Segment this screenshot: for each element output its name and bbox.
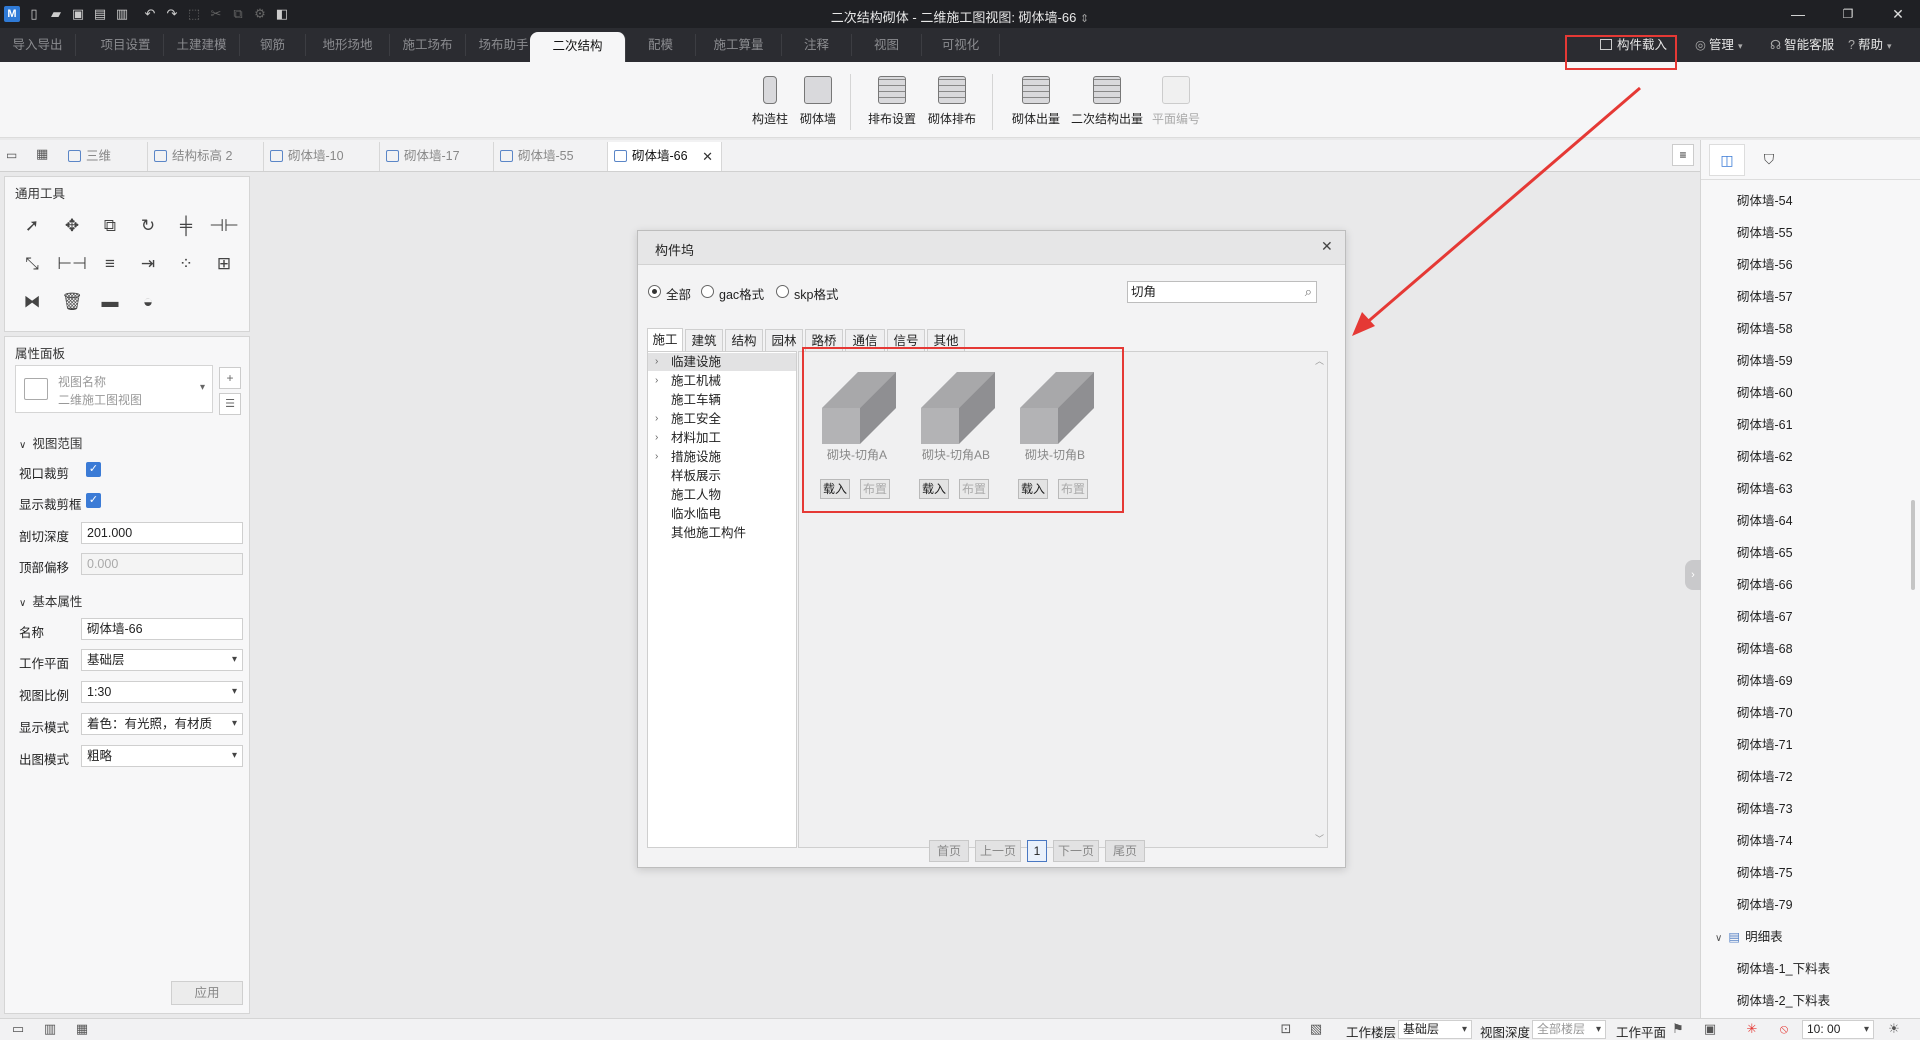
annotation-arrow — [1352, 86, 1641, 336]
